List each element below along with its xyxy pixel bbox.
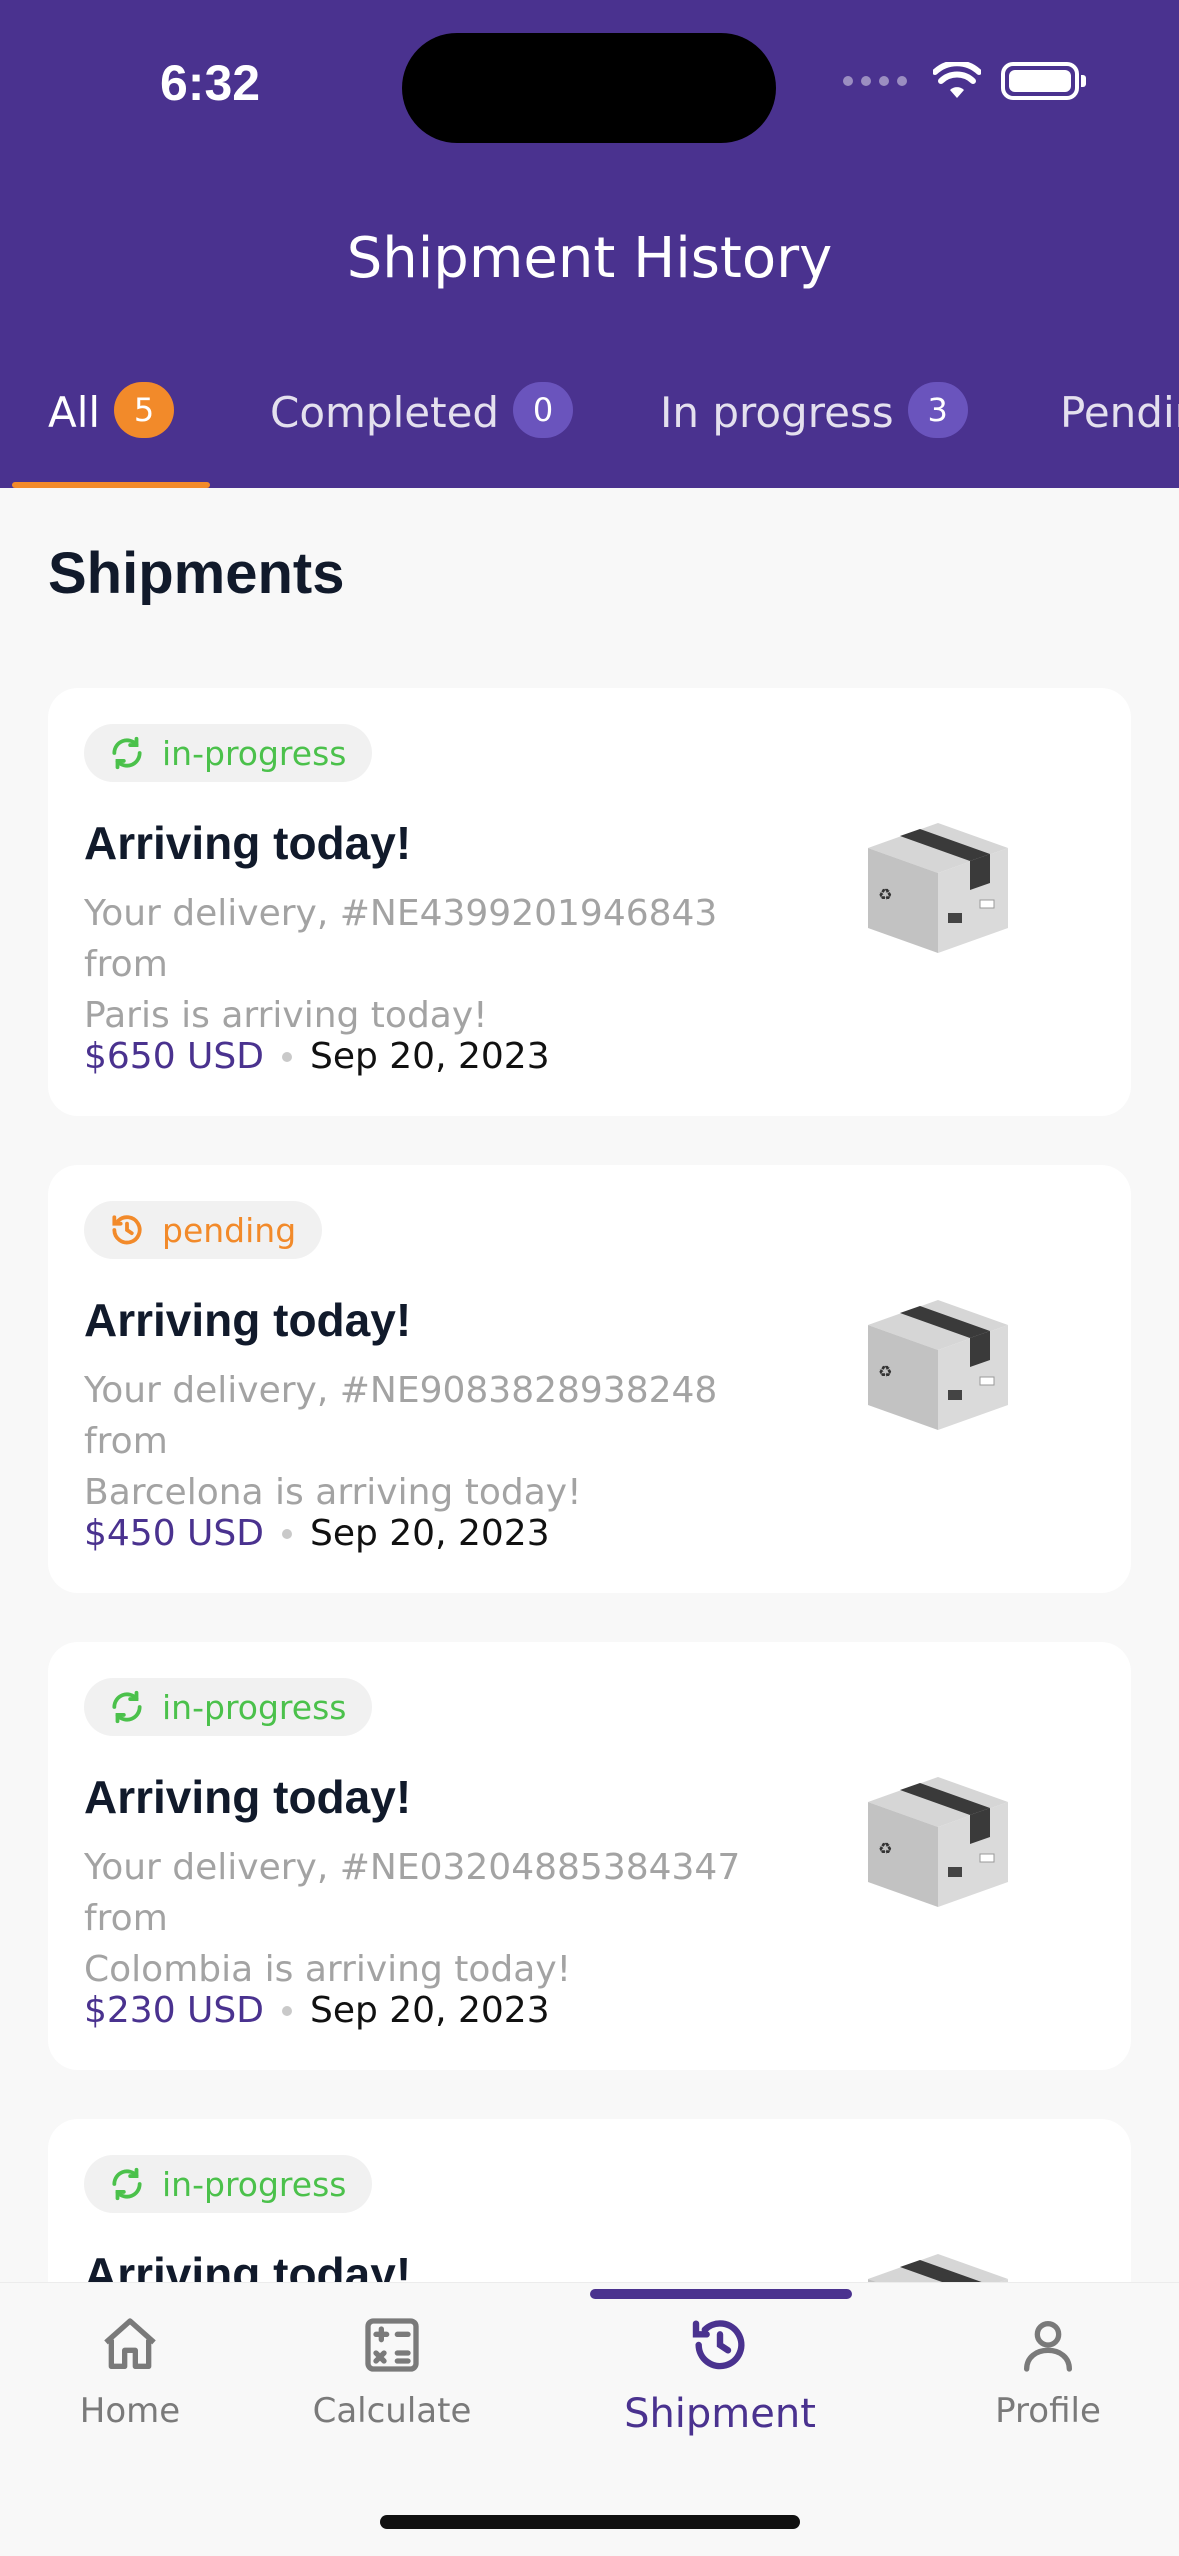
status-badge: in-progress <box>84 724 373 782</box>
refresh-icon <box>112 1690 142 1724</box>
shipment-card[interactable]: in-progress Arriving today! Your deliver… <box>48 688 1131 1116</box>
card-title: Arriving today! <box>84 1771 412 1823</box>
svg-text:♻: ♻ <box>878 1362 892 1381</box>
status-time: 6:32 <box>160 55 261 111</box>
nav-label: Home <box>79 2391 181 2431</box>
card-meta: $650 USD Sep 20, 2023 <box>84 1036 550 1077</box>
svg-text:♻: ♻ <box>878 1839 892 1858</box>
tab-all[interactable]: All 5 <box>48 380 175 488</box>
active-tab-indicator <box>12 482 210 488</box>
page-title: Shipment History <box>346 226 833 291</box>
package-box-icon: ♻ <box>868 823 1008 953</box>
card-title: Arriving today! <box>84 1294 412 1346</box>
home-indicator[interactable] <box>380 2515 800 2529</box>
tab-completed[interactable]: Completed 0 <box>270 380 574 488</box>
nav-shipment[interactable]: Shipment <box>620 2313 820 2437</box>
card-meta: $450 USD Sep 20, 2023 <box>84 1513 550 1554</box>
home-icon <box>104 2318 156 2369</box>
status-badge: in-progress <box>84 1678 373 1736</box>
card-title: Arriving today! <box>84 817 412 869</box>
history-icon <box>692 2320 745 2370</box>
nav-calculate[interactable]: Calculate <box>292 2313 492 2431</box>
date: Sep 20, 2023 <box>309 1036 550 1077</box>
status-tabs: All 5 Completed 0 In progress 3 Pending <box>0 380 1179 488</box>
tab-label: In progress <box>660 388 894 437</box>
status-text: in-progress <box>162 733 347 773</box>
tab-label: Completed <box>270 388 500 437</box>
price: $450 USD <box>84 1513 264 1554</box>
description-line: Your delivery, #NE03204885384347 from <box>84 1847 741 1939</box>
nav-label: Shipment <box>624 2391 816 2437</box>
refresh-icon <box>112 736 142 770</box>
description-line: Your delivery, #NE9083828938248 from <box>84 1370 718 1462</box>
dynamic-island <box>402 33 776 143</box>
status-badge: pending <box>84 1201 323 1259</box>
tab-label: Pending <box>1060 388 1179 437</box>
battery-icon <box>1001 62 1086 100</box>
separator-dot <box>281 1051 292 1062</box>
description-line: Barcelona is arriving today! <box>84 1472 582 1513</box>
nav-label: Profile <box>995 2391 1101 2431</box>
tab-count-badge: 3 <box>907 382 968 438</box>
description-line: Paris is arriving today! <box>84 995 488 1036</box>
tab-count-badge: 5 <box>114 382 175 438</box>
svg-text:♻: ♻ <box>878 885 892 904</box>
status-text: in-progress <box>162 1687 347 1727</box>
active-nav-indicator <box>590 2289 852 2299</box>
app-header: 6:32 Shipment History All 5 Completed 0 … <box>0 0 1179 488</box>
description-line: Colombia is arriving today! <box>84 1949 572 1990</box>
tab-pending[interactable]: Pending <box>1060 380 1179 488</box>
nav-label: Calculate <box>312 2391 472 2431</box>
calculator-icon <box>365 2318 419 2372</box>
package-box-icon: ♻ <box>868 1300 1008 1430</box>
package-box-icon <box>868 2254 1008 2282</box>
separator-dot <box>281 1528 292 1539</box>
profile-icon <box>1024 2321 1072 2372</box>
date: Sep 20, 2023 <box>309 1513 550 1554</box>
card-description: Your delivery, #NE03204885384347 from Co… <box>84 1842 804 1995</box>
status-text: pending <box>162 1210 297 1250</box>
status-icons <box>843 62 1086 100</box>
price: $230 USD <box>84 1990 264 2031</box>
tab-count-badge: 0 <box>513 382 574 438</box>
card-meta: $230 USD Sep 20, 2023 <box>84 1990 550 2031</box>
section-title: Shipments <box>48 541 345 606</box>
package-box-icon: ♻ <box>868 1777 1008 1907</box>
shipment-card[interactable]: in-progress Arriving today! <box>48 2119 1131 2282</box>
card-title: Arriving today! <box>84 2248 412 2282</box>
tab-in-progress[interactable]: In progress 3 <box>660 380 968 488</box>
shipment-card[interactable]: in-progress Arriving today! Your deliver… <box>48 1642 1131 2070</box>
cellular-signal-icon <box>843 76 907 86</box>
wifi-icon <box>933 62 981 98</box>
history-icon <box>112 1215 142 1245</box>
date: Sep 20, 2023 <box>309 1990 550 2031</box>
description-line: Your delivery, #NE4399201946843 from <box>84 893 718 985</box>
nav-home[interactable]: Home <box>30 2313 230 2431</box>
refresh-icon <box>112 2167 142 2201</box>
card-description: Your delivery, #NE9083828938248 from Bar… <box>84 1365 804 1518</box>
card-description: Your delivery, #NE4399201946843 from Par… <box>84 888 804 1041</box>
status-text: in-progress <box>162 2164 347 2204</box>
separator-dot <box>281 2005 292 2016</box>
shipment-card[interactable]: pending Arriving today! Your delivery, #… <box>48 1165 1131 1593</box>
price: $650 USD <box>84 1036 264 1077</box>
status-badge: in-progress <box>84 2155 373 2213</box>
nav-profile[interactable]: Profile <box>948 2313 1148 2431</box>
tab-label: All <box>48 388 101 437</box>
